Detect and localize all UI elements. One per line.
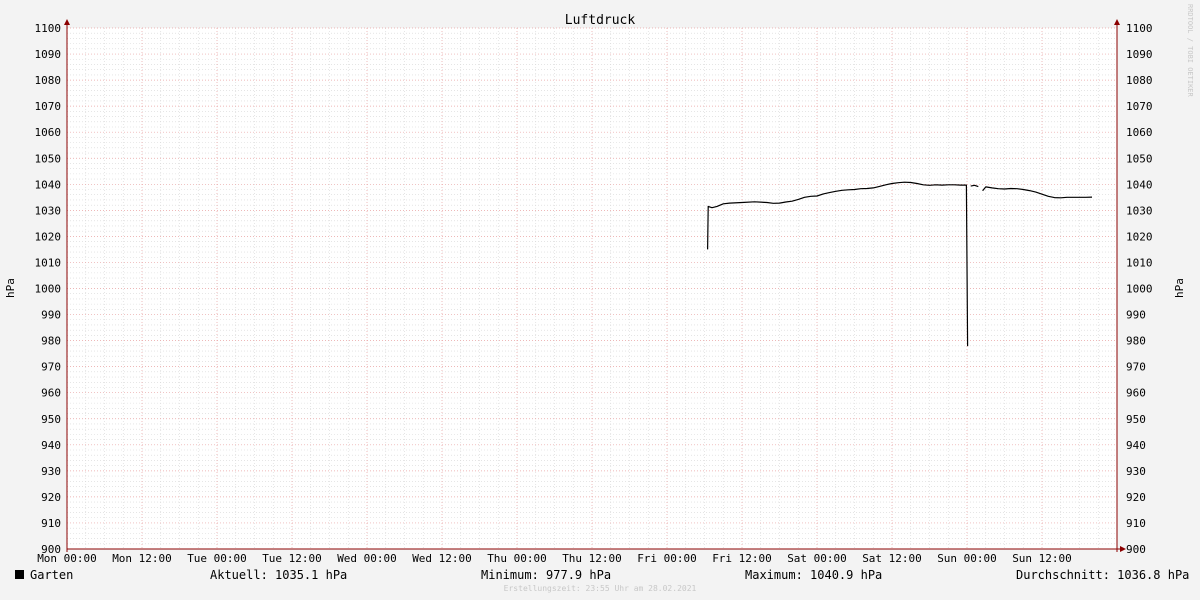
y-axis-arrow-left xyxy=(64,19,70,25)
y-tick-label-left: 990 xyxy=(41,309,61,322)
y-tick-label-right: 1020 xyxy=(1126,230,1153,243)
y-tick-labels-right: 900 910 920 930 940 950 960 970 980 990 1000 1010 10… xyxy=(1126,22,1153,556)
x-tick-label: Sun 00:00 xyxy=(937,552,997,564)
y-tick-label-right: 910 xyxy=(1126,517,1146,530)
y-tick-label-left: 1080 xyxy=(35,74,62,87)
y-tick-label-left: 910 xyxy=(41,517,61,530)
rrdtool-watermark: RRDTOOL / TOBI OETIKER xyxy=(1186,4,1194,97)
y-tick-label-right: 1050 xyxy=(1126,152,1153,165)
x-tick-label: Thu 12:00 xyxy=(562,552,622,564)
chart-title: Luftdruck xyxy=(565,13,636,28)
x-tick-label: Tue 00:00 xyxy=(187,552,247,564)
y-tick-label-right: 1090 xyxy=(1126,48,1153,61)
y-tick-label-right: 1010 xyxy=(1126,256,1153,269)
x-tick-label: Thu 00:00 xyxy=(487,552,547,564)
x-tick-label: Sat 12:00 xyxy=(862,552,922,564)
chart-svg: 900 910 920 930 940 950 960 970 980 990 1000 1010 10… xyxy=(4,13,1186,564)
stat-minimum: Minimum: 977.9 hPa xyxy=(481,568,612,582)
x-tick-label: Tue 12:00 xyxy=(262,552,322,564)
x-tick-labels: Mon 00:00 Mon 12:00 Tue 00:00 Tue 12:00 Wed … xyxy=(37,552,1072,564)
x-tick-label: Mon 00:00 xyxy=(37,552,97,564)
y-tick-label-right: 960 xyxy=(1126,387,1146,400)
y-tick-label-right: 980 xyxy=(1126,335,1146,348)
x-tick-label: Sat 00:00 xyxy=(787,552,847,564)
y-tick-label-right: 990 xyxy=(1126,309,1146,322)
x-tick-label: Sun 12:00 xyxy=(1012,552,1072,564)
x-tick-label: Fri 00:00 xyxy=(637,552,697,564)
x-tick-label: Mon 12:00 xyxy=(112,552,172,564)
x-tick-label: Wed 12:00 xyxy=(412,552,472,564)
y-tick-label-left: 1070 xyxy=(35,100,62,113)
y-tick-label-left: 920 xyxy=(41,491,61,504)
y-tick-label-left: 930 xyxy=(41,465,61,478)
y-tick-label-left: 1040 xyxy=(35,178,62,191)
y-tick-label-left: 1100 xyxy=(35,22,62,35)
y-tick-label-right: 930 xyxy=(1126,465,1146,478)
y-tick-label-left: 950 xyxy=(41,413,61,426)
y-tick-label-right: 940 xyxy=(1126,439,1146,452)
legend-series-name: Garten xyxy=(30,568,74,582)
y-axis-arrow-right xyxy=(1114,19,1120,25)
y-tick-label-left: 940 xyxy=(41,439,61,452)
y-tick-label-right: 1080 xyxy=(1126,74,1153,87)
y-tick-label-left: 960 xyxy=(41,387,61,400)
y-tick-label-left: 1010 xyxy=(35,256,62,269)
legend-row: Garten Aktuell: 1035.1 hPa Minimum: 977.… xyxy=(0,565,1200,585)
chart-frame: 900 910 920 930 940 950 960 970 980 990 1000 1010 10… xyxy=(0,0,1200,600)
y-tick-label-right: 900 xyxy=(1126,543,1146,556)
y-tick-label-left: 970 xyxy=(41,361,61,374)
x-tick-label: Wed 00:00 xyxy=(337,552,397,564)
y-tick-label-right: 970 xyxy=(1126,361,1146,374)
y-tick-label-left: 1050 xyxy=(35,152,62,165)
y-axis-label-left: hPa xyxy=(4,278,17,298)
y-tick-label-right: 1060 xyxy=(1126,126,1153,139)
y-tick-label-left: 1030 xyxy=(35,204,62,217)
y-tick-label-left: 980 xyxy=(41,335,61,348)
x-tick-label: Fri 12:00 xyxy=(712,552,772,564)
y-tick-label-right: 1030 xyxy=(1126,204,1153,217)
y-tick-label-left: 1090 xyxy=(35,48,62,61)
y-tick-label-right: 1100 xyxy=(1126,22,1153,35)
stat-maximum: Maximum: 1040.9 hPa xyxy=(745,568,883,582)
y-axis-label-right: hPa xyxy=(1173,278,1186,298)
y-tick-label-right: 920 xyxy=(1126,491,1146,504)
y-tick-label-left: 1020 xyxy=(35,230,62,243)
y-tick-label-left: 1060 xyxy=(35,126,62,139)
stat-average: Durchschnitt: 1036.8 hPa xyxy=(1016,568,1190,582)
stat-current: Aktuell: 1035.1 hPa xyxy=(210,568,348,582)
y-tick-label-right: 1070 xyxy=(1126,100,1153,113)
y-tick-labels-left: 9009109209309409509609709809901000101010… xyxy=(35,22,62,556)
y-tick-label-right: 1040 xyxy=(1126,178,1153,191)
y-tick-label-right: 1000 xyxy=(1126,283,1153,296)
creation-time-footer: Erstellungszeit: 23:55 Uhr am 28.02.2021 xyxy=(503,584,697,593)
y-tick-label-right: 950 xyxy=(1126,413,1146,426)
y-tick-label-left: 1000 xyxy=(35,283,62,296)
